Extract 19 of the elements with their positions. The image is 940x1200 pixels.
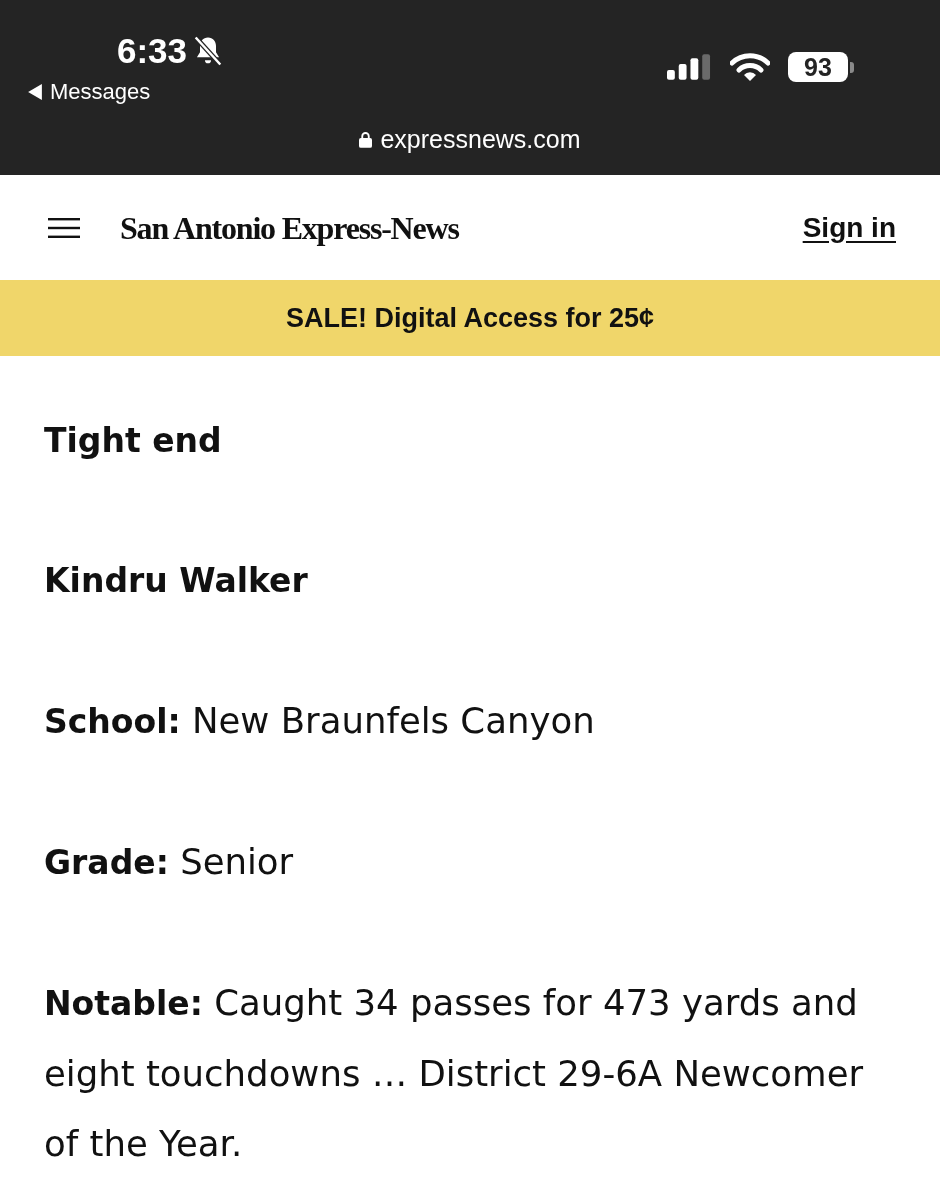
- site-logo[interactable]: San Antonio Express-News: [120, 207, 459, 248]
- menu-button[interactable]: [48, 217, 80, 238]
- address-bar-url[interactable]: expressnews.com: [359, 124, 581, 154]
- wifi-icon: [730, 53, 770, 81]
- clock-time: 6:33: [117, 30, 188, 72]
- promo-banner[interactable]: SALE! Digital Access for 25¢: [0, 280, 940, 356]
- article-paragraph: Grade: Senior: [44, 840, 295, 884]
- article-paragraph: School: New Braunfels Canyon: [44, 699, 596, 743]
- article-heading: Kindru Walker: [44, 560, 309, 602]
- back-to-messages-link[interactable]: Messages: [28, 78, 224, 106]
- sign-in-link[interactable]: Sign in: [802, 210, 896, 245]
- battery-indicator: 93: [788, 52, 854, 82]
- back-triangle-icon: [28, 84, 42, 100]
- article-paragraph: Notable: Caught 34 passes for 473 yards and eight touchdowns … District 29-6A Newcomer of the Year.: [44, 981, 865, 1166]
- cellular-signal-icon: [667, 54, 712, 80]
- menu-icon: [48, 217, 80, 238]
- article-heading: Tight end: [44, 420, 223, 462]
- lock-icon: [359, 130, 373, 148]
- bell-slash-icon: [193, 35, 224, 67]
